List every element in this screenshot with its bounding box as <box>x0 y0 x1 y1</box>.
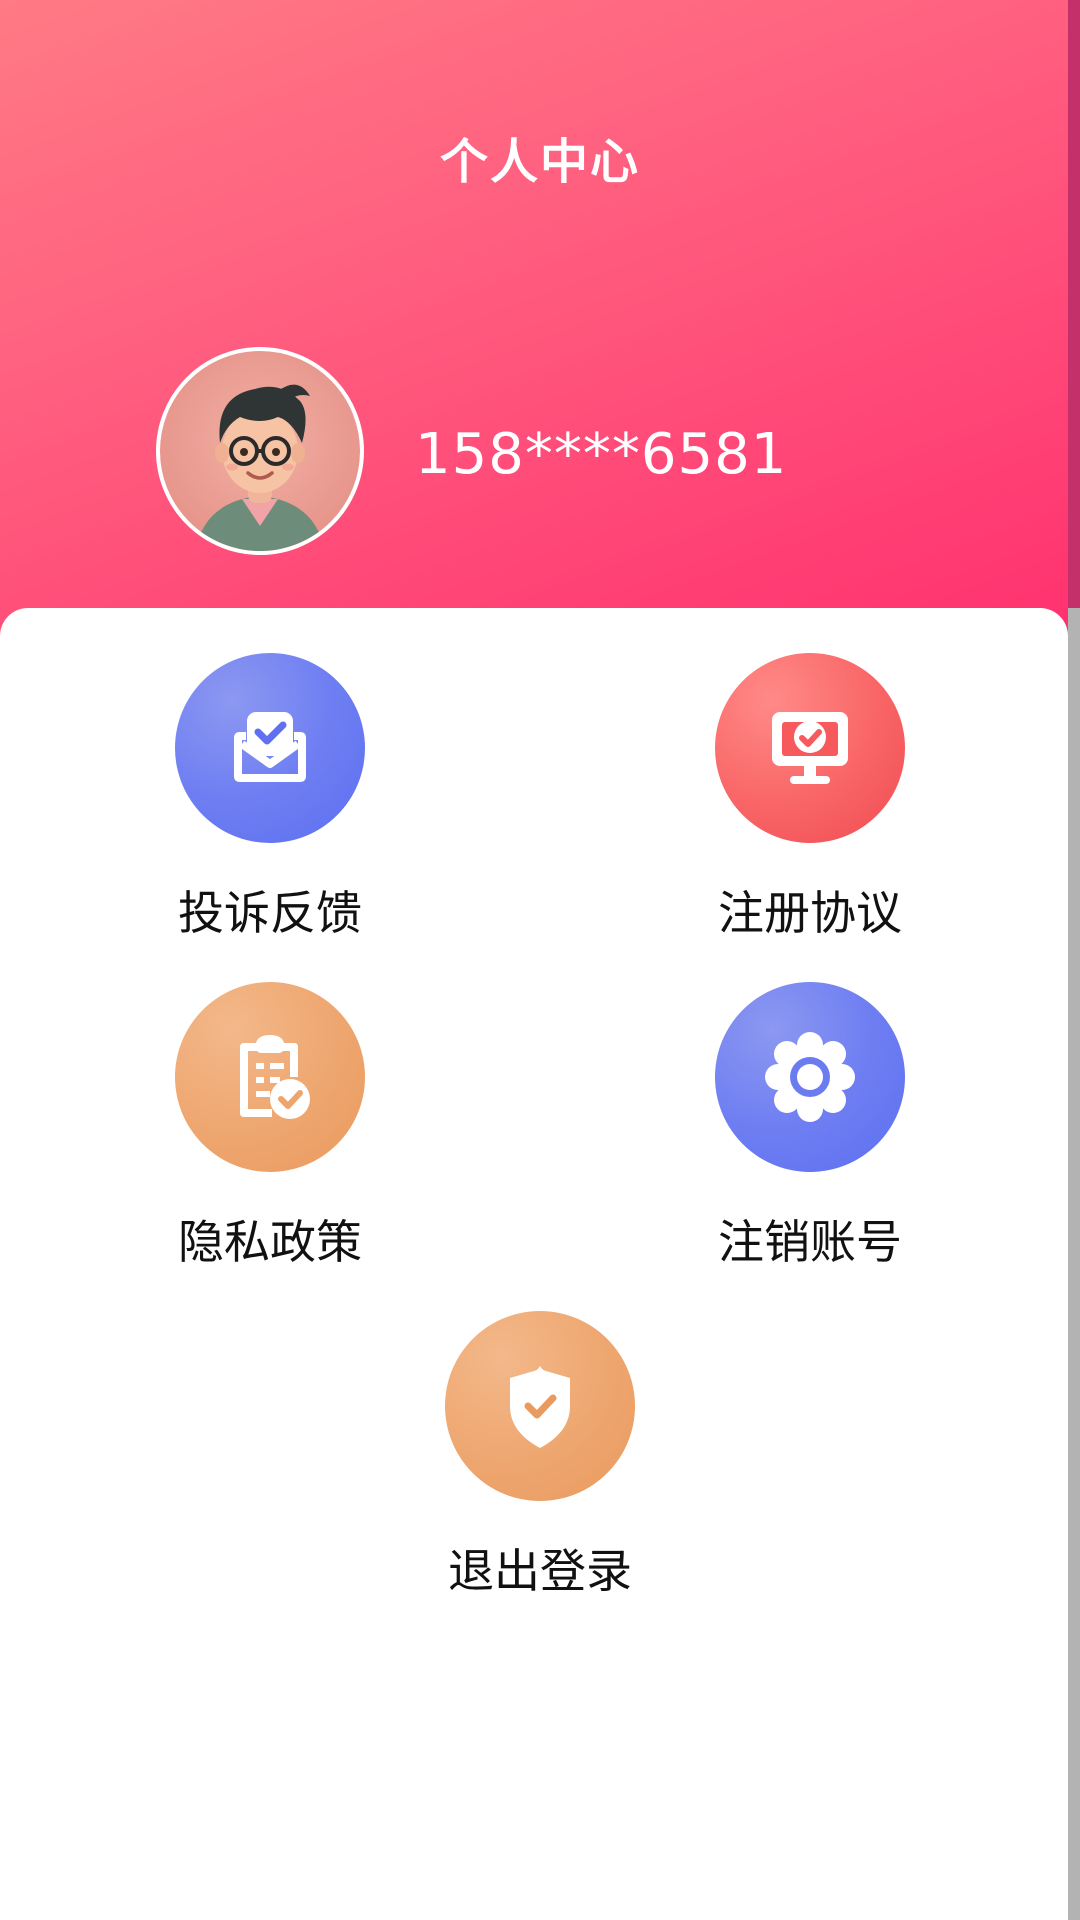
menu-circle-feedback[interactable] <box>175 653 365 843</box>
gear-icon <box>765 1032 855 1122</box>
monitor-check-icon <box>772 712 848 784</box>
menu-item-privacy-policy[interactable]: 隐私政策 <box>170 982 370 1272</box>
screen: 个人中心 158****6581 投诉反馈 注册协议 隐私政策 注销账号 退出登… <box>0 0 1080 1920</box>
menu-label-privacy-policy: 隐私政策 <box>178 1215 362 1269</box>
menu-label-cancel-account: 注销账号 <box>718 1215 902 1269</box>
avatar[interactable] <box>156 347 364 555</box>
avatar-image <box>195 384 325 551</box>
menu-item-register-agreement[interactable]: 注册协议 <box>710 653 910 943</box>
menu-circle-register-agreement[interactable] <box>715 653 905 843</box>
feedback-inbox-icon <box>234 712 306 782</box>
menu-label-logout: 退出登录 <box>448 1544 632 1598</box>
menu-label-register-agreement: 注册协议 <box>718 886 902 940</box>
menu-circle-logout[interactable] <box>445 1311 635 1501</box>
scrollbar-thumb[interactable] <box>1068 0 1080 608</box>
menu-card: 投诉反馈 注册协议 隐私政策 注销账号 退出登录 <box>0 608 1068 1920</box>
shield-check-icon <box>510 1366 570 1448</box>
header: 个人中心 158****6581 <box>0 0 1080 660</box>
menu-item-cancel-account[interactable]: 注销账号 <box>710 982 910 1272</box>
menu-circle-cancel-account[interactable] <box>715 982 905 1172</box>
menu-item-feedback[interactable]: 投诉反馈 <box>170 653 370 943</box>
menu-circle-privacy-policy[interactable] <box>175 982 365 1172</box>
page-title: 个人中心 <box>439 134 640 190</box>
menu-label-feedback: 投诉反馈 <box>178 886 362 940</box>
phone-number: 158****6581 <box>415 422 788 487</box>
clipboard-check-icon <box>240 1035 310 1119</box>
menu-item-logout[interactable]: 退出登录 <box>440 1311 640 1601</box>
